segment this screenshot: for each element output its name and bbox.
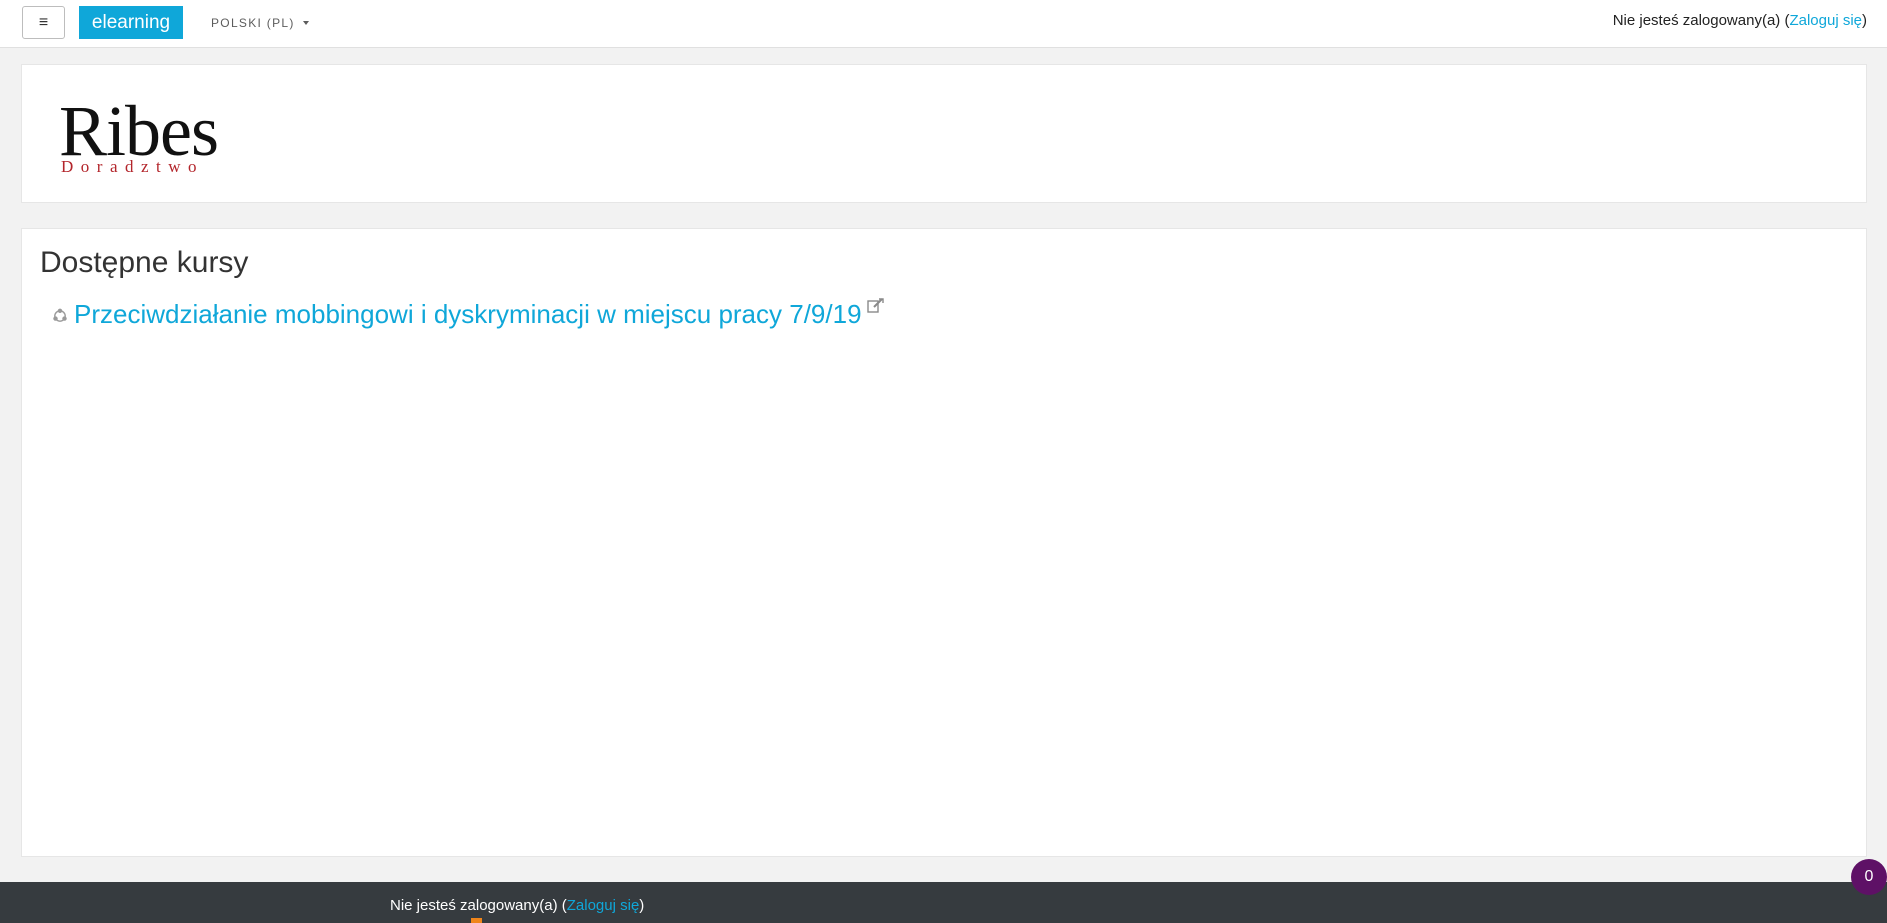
page-footer: Nie jesteś zalogowany(a) (Zaloguj się) [0, 882, 1887, 923]
footer-login-info: Nie jesteś zalogowany(a) (Zaloguj się) [390, 897, 645, 914]
page-header: Ribes Doradztwo [21, 64, 1867, 203]
login-link[interactable]: Zaloguj się [1789, 12, 1862, 29]
caret-down-icon [302, 21, 309, 25]
language-menu[interactable]: POLSKI (PL) [211, 14, 309, 32]
language-label: POLSKI (PL) [211, 16, 295, 30]
notification-badge[interactable]: 0 [1851, 859, 1887, 895]
login-info: Nie jesteś zalogowany(a) (Zaloguj się) [1612, 12, 1867, 29]
footer-login-link[interactable]: Zaloguj się [567, 897, 640, 914]
ribes-logo[interactable]: Ribes Doradztwo [59, 95, 229, 176]
top-navbar: ≡ elearning POLSKI (PL) Nie jesteś zalog… [0, 0, 1887, 48]
hamburger-icon: ≡ [38, 13, 49, 31]
menu-toggle-button[interactable]: ≡ [22, 6, 65, 39]
available-courses-panel: Dostępne kursy Przeciwdziałanie mobbingo… [21, 228, 1867, 857]
footer-logo-mark [471, 918, 482, 923]
section-title: Dostępne kursy [40, 246, 249, 279]
guest-access-icon [866, 298, 884, 313]
logo-sub-text: Doradztwo [61, 157, 205, 176]
site-brand-link[interactable]: elearning [79, 6, 183, 39]
course-link[interactable]: Przeciwdziałanie mobbingowi i dyskrymina… [74, 299, 862, 330]
course-category-icon [53, 308, 67, 322]
course-item: Przeciwdziałanie mobbingowi i dyskrymina… [52, 298, 884, 330]
